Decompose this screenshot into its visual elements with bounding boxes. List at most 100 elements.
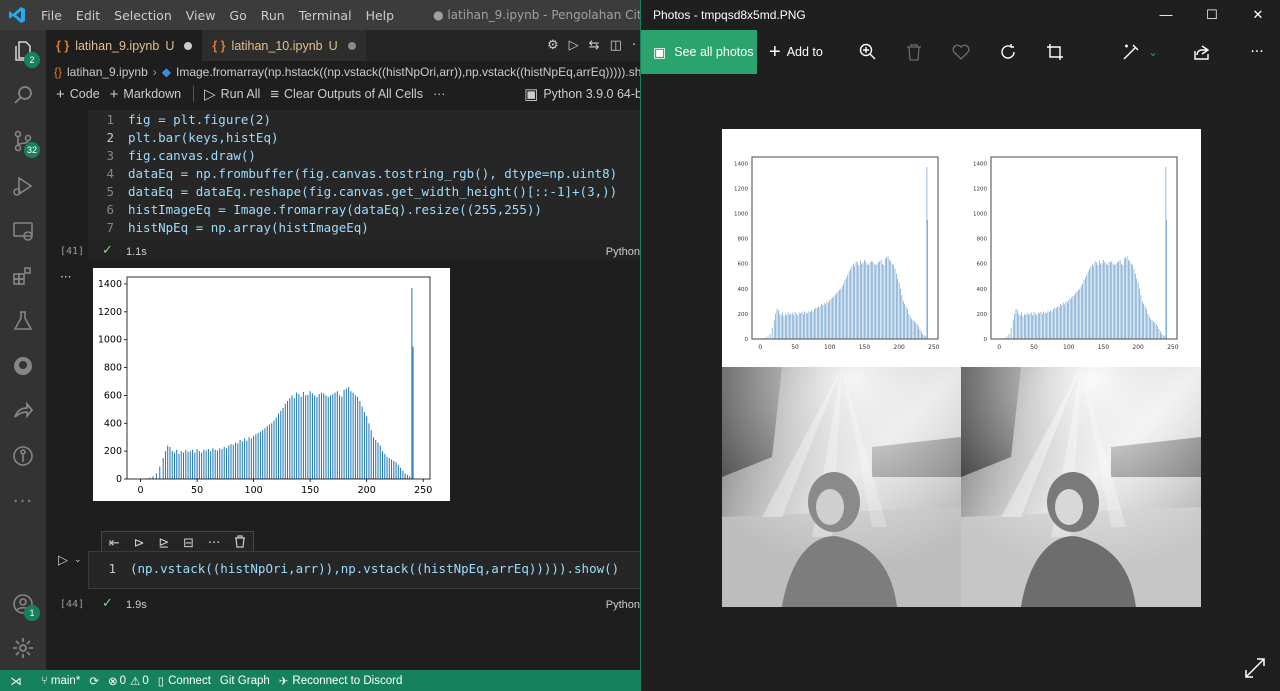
- mini-histogram-bar: [1121, 263, 1122, 339]
- chevron-down-icon[interactable]: ⌄: [1141, 40, 1165, 64]
- unsaved-dot-icon[interactable]: [184, 42, 193, 50]
- delete-cell-icon[interactable]: [234, 534, 246, 552]
- run-all-button[interactable]: ▷ Run All: [204, 85, 260, 103]
- minimize-icon[interactable]: —: [1143, 7, 1189, 23]
- live-share-icon[interactable]: [8, 396, 38, 426]
- more-views-icon[interactable]: ···: [8, 486, 38, 516]
- testing-flask-icon[interactable]: [8, 306, 38, 336]
- split-editor-icon[interactable]: ◫: [610, 38, 622, 53]
- histogram-bar: [291, 395, 293, 479]
- histogram-bar: [216, 450, 218, 479]
- expand-fullscreen-icon[interactable]: [1244, 657, 1266, 679]
- share-icon[interactable]: [1190, 40, 1214, 64]
- run-debug-icon[interactable]: [8, 171, 38, 201]
- add-markdown-button[interactable]: + Markdown: [110, 86, 181, 103]
- clear-outputs-button[interactable]: ≡ Clear Outputs of All Cells: [270, 86, 423, 103]
- histogram-bar: [271, 423, 273, 479]
- settings-gear-icon[interactable]: ⚙: [547, 38, 559, 53]
- search-icon[interactable]: [8, 80, 38, 110]
- mini-histogram-bar: [775, 313, 776, 339]
- source-control-icon[interactable]: 32: [8, 126, 40, 158]
- python-icon: ◆: [161, 65, 171, 79]
- more-button[interactable]: ···: [433, 87, 446, 101]
- execute-above-icon[interactable]: ⊳: [134, 536, 145, 551]
- menu-selection[interactable]: Selection: [107, 8, 179, 23]
- connect-button[interactable]: ▯ Connect: [158, 674, 211, 688]
- warning-icon: ⚠: [130, 675, 141, 688]
- compare-icon[interactable]: ⇆: [589, 38, 600, 53]
- accounts-icon[interactable]: 1: [8, 589, 40, 621]
- more-actions-icon[interactable]: ·: [632, 38, 636, 53]
- histogram-bar: [370, 430, 372, 479]
- sync-icon[interactable]: ⟳: [89, 674, 99, 688]
- delete-icon[interactable]: [902, 40, 926, 64]
- histogram-bar: [282, 407, 284, 479]
- close-icon[interactable]: ✕: [1235, 7, 1280, 23]
- menu-view[interactable]: View: [179, 8, 223, 23]
- mini-histogram-bar: [1114, 264, 1115, 339]
- extensions-icon[interactable]: [8, 261, 38, 291]
- kernel-picker[interactable]: ▣ Python 3.9.0 64-b: [524, 85, 642, 103]
- split-cell-icon[interactable]: ⊟: [183, 536, 194, 551]
- tab-latihan-10[interactable]: { } latihan_10.ipynb U: [202, 30, 366, 61]
- mini-histogram-bar: [1021, 312, 1022, 339]
- histogram-bar: [372, 437, 374, 479]
- more-icon[interactable]: ···: [208, 536, 220, 551]
- mini-histogram-bar: [1082, 283, 1083, 339]
- maximize-icon[interactable]: ☐: [1189, 7, 1235, 23]
- add-code-button[interactable]: + Code: [56, 86, 100, 103]
- git-graph-button[interactable]: Git Graph: [220, 675, 270, 687]
- histogram-bar: [343, 389, 345, 479]
- more-options-icon[interactable]: ···: [1245, 40, 1269, 64]
- mini-histogram-bar: [797, 315, 799, 339]
- zoom-in-icon[interactable]: [856, 40, 880, 64]
- histogram-bar: [239, 439, 241, 479]
- breadcrumb-symbol[interactable]: Image.fromarray(np.hstack((np.vstack((hi…: [176, 65, 642, 79]
- edit-enhance-icon[interactable]: [1119, 40, 1143, 64]
- run-icon[interactable]: ▷: [569, 38, 579, 53]
- menu-edit[interactable]: Edit: [69, 8, 107, 23]
- crop-icon[interactable]: [1043, 40, 1067, 64]
- github-icon[interactable]: [8, 351, 38, 381]
- cell-language[interactable]: Python: [606, 599, 640, 611]
- run-above-icon[interactable]: ⇤: [109, 536, 120, 551]
- histogram-bar: [298, 394, 300, 479]
- see-all-photos-button[interactable]: ▣ See all photos: [641, 30, 757, 74]
- mini-histogram-bar: [919, 328, 921, 339]
- histogram-bar: [250, 438, 252, 479]
- menu-go[interactable]: Go: [222, 8, 253, 23]
- x-tick-label: 0: [138, 485, 144, 496]
- branch-indicator[interactable]: ⑂ main*: [41, 675, 80, 687]
- mini-histogram-bar: [814, 308, 815, 339]
- remote-indicator-icon[interactable]: ⋊: [0, 670, 32, 691]
- menu-terminal[interactable]: Terminal: [292, 8, 359, 23]
- git-graph-icon[interactable]: [8, 441, 38, 471]
- menu-run[interactable]: Run: [254, 8, 292, 23]
- output-more-icon[interactable]: ···: [60, 270, 71, 284]
- cell-language[interactable]: Python: [606, 246, 640, 258]
- execute-below-icon[interactable]: ⊵: [158, 536, 169, 551]
- remote-explorer-icon[interactable]: [8, 216, 38, 246]
- discord-button[interactable]: ✈ Reconnect to Discord: [279, 674, 403, 688]
- error-icon: ⊗: [107, 675, 118, 688]
- problems-indicator[interactable]: ⊗ 0 ⚠ 0: [108, 674, 149, 688]
- chevron-down-icon[interactable]: ⌄: [74, 555, 82, 565]
- settings-gear-icon[interactable]: [8, 633, 38, 663]
- mini-histogram-bar: [1166, 219, 1167, 339]
- add-to-button[interactable]: + Add to: [769, 41, 823, 64]
- tab-latihan-9[interactable]: { } latihan_9.ipynb U: [46, 30, 203, 61]
- activity-bar: 2 32 ··· 1: [0, 30, 46, 670]
- menu-help[interactable]: Help: [359, 8, 402, 23]
- unsaved-dot-icon[interactable]: [347, 41, 356, 50]
- notebook-icon: {}: [54, 65, 63, 79]
- menu-file[interactable]: File: [34, 8, 69, 23]
- breadcrumb-file[interactable]: latihan_9.ipynb: [67, 65, 148, 79]
- explorer-icon[interactable]: 2: [8, 36, 40, 68]
- mini-histogram-bar: [1029, 313, 1031, 339]
- rotate-icon[interactable]: [996, 40, 1020, 64]
- favorite-heart-icon[interactable]: [949, 40, 973, 64]
- mini-histogram-bar: [837, 291, 839, 339]
- mini-histogram-bar: [1128, 259, 1129, 339]
- run-cell-icon[interactable]: ▷: [58, 553, 68, 568]
- mini-histogram-bar: [1100, 263, 1101, 339]
